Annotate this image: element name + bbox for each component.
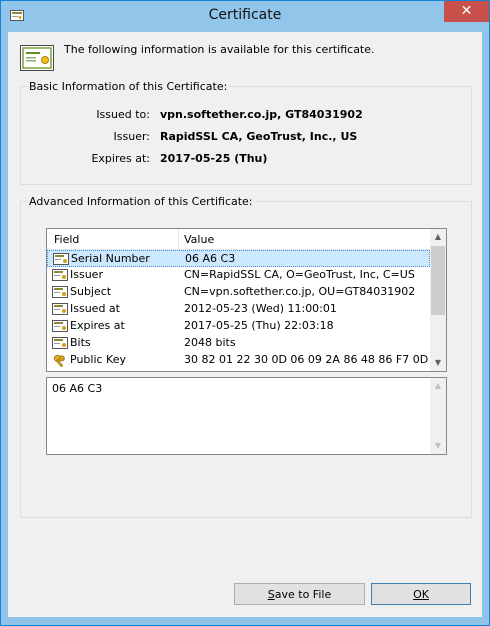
column-header-value[interactable]: Value bbox=[184, 233, 214, 246]
scroll-up-arrow-icon[interactable]: ▲ bbox=[430, 378, 446, 394]
list-scrollbar[interactable]: ▲ ▼ bbox=[430, 229, 446, 371]
column-header-field[interactable]: Field bbox=[54, 233, 79, 246]
save-to-file-label: ave to File bbox=[274, 588, 332, 601]
table-row[interactable]: Serial Number 06 A6 C3 bbox=[47, 250, 430, 267]
row-field: Subject bbox=[70, 285, 112, 298]
table-row[interactable]: Issued at 2012-05-23 (Wed) 11:00:01 bbox=[47, 301, 430, 318]
scroll-thumb[interactable] bbox=[431, 246, 445, 315]
table-row[interactable]: Bits 2048 bits bbox=[47, 335, 430, 352]
list-header: Field Value bbox=[47, 229, 430, 250]
row-field: Issuer bbox=[70, 268, 103, 281]
certificate-icon bbox=[52, 269, 68, 281]
certificate-window: Certificate ✕ The following information … bbox=[0, 0, 490, 626]
close-button[interactable]: ✕ bbox=[444, 1, 489, 22]
ok-label: OK bbox=[413, 588, 429, 601]
row-value: 30 82 01 22 30 0D 06 09 2A 86 48 86 F7 0… bbox=[184, 353, 429, 366]
save-to-file-button[interactable]: Save to File bbox=[234, 583, 365, 605]
intro-text: The following information is available f… bbox=[64, 43, 375, 56]
scroll-up-arrow-icon[interactable]: ▲ bbox=[430, 229, 446, 245]
key-icon bbox=[52, 354, 68, 368]
issuer-label: Issuer: bbox=[113, 130, 150, 143]
row-field: Issued at bbox=[70, 302, 120, 315]
save-to-file-mnemonic: S bbox=[267, 588, 275, 601]
row-value: 06 A6 C3 bbox=[185, 252, 236, 265]
window-title: Certificate bbox=[208, 7, 282, 23]
row-field: Public Key bbox=[70, 353, 126, 366]
title-bar[interactable]: Certificate ✕ bbox=[1, 1, 489, 32]
advanced-info-legend: Advanced Information of this Certificate… bbox=[29, 195, 253, 208]
scroll-down-arrow-icon[interactable]: ▼ bbox=[430, 355, 446, 371]
certificate-icon bbox=[52, 337, 68, 349]
row-field: Serial Number bbox=[71, 252, 150, 265]
basic-info-legend: Basic Information of this Certificate: bbox=[29, 80, 228, 93]
expires-label: Expires at: bbox=[91, 152, 150, 165]
row-value: 2012-05-23 (Wed) 11:00:01 bbox=[184, 302, 337, 315]
certificate-icon bbox=[53, 253, 69, 265]
field-detail-box[interactable]: 06 A6 C3 ▲ ▼ bbox=[46, 377, 447, 455]
table-row[interactable]: Issuer CN=RapidSSL CA, O=GeoTrust, Inc, C… bbox=[47, 267, 430, 284]
ok-button[interactable]: OK bbox=[371, 583, 471, 605]
issuer-value: RapidSSL CA, GeoTrust, Inc., US bbox=[160, 130, 358, 143]
row-field: Expires at bbox=[70, 319, 125, 332]
table-row[interactable]: Expires at 2017-05-25 (Thu) 22:03:18 bbox=[47, 318, 430, 335]
row-value: 2048 bits bbox=[184, 336, 236, 349]
issued-to-label: Issued to: bbox=[96, 108, 150, 121]
table-row[interactable]: Subject CN=vpn.softether.co.jp, OU=GT8403… bbox=[47, 284, 430, 301]
scroll-down-arrow-icon[interactable]: ▼ bbox=[430, 438, 446, 454]
row-value: 2017-05-25 (Thu) 22:03:18 bbox=[184, 319, 334, 332]
certificate-fields-list[interactable]: Field Value Serial Number 06 A6 C3 Issuer C… bbox=[46, 228, 447, 372]
certificate-icon bbox=[52, 286, 68, 298]
field-detail-text: 06 A6 C3 bbox=[52, 382, 103, 395]
table-row[interactable]: Public Key 30 82 01 22 30 0D 06 09 2A 86 … bbox=[47, 352, 430, 369]
detail-scrollbar[interactable]: ▲ ▼ bbox=[430, 378, 446, 454]
row-field: Bits bbox=[70, 336, 91, 349]
certificate-icon bbox=[20, 45, 54, 71]
issued-to-value: vpn.softether.co.jp, GT84031902 bbox=[160, 108, 363, 121]
row-value: CN=RapidSSL CA, O=GeoTrust, Inc, C=US bbox=[184, 268, 415, 281]
certificate-icon bbox=[52, 320, 68, 332]
expires-value: 2017-05-25 (Thu) bbox=[160, 152, 268, 165]
dialog-client-area: The following information is available f… bbox=[8, 32, 482, 617]
column-divider[interactable] bbox=[178, 229, 179, 249]
row-value: CN=vpn.softether.co.jp, OU=GT84031902 bbox=[184, 285, 416, 298]
certificate-icon bbox=[52, 303, 68, 315]
